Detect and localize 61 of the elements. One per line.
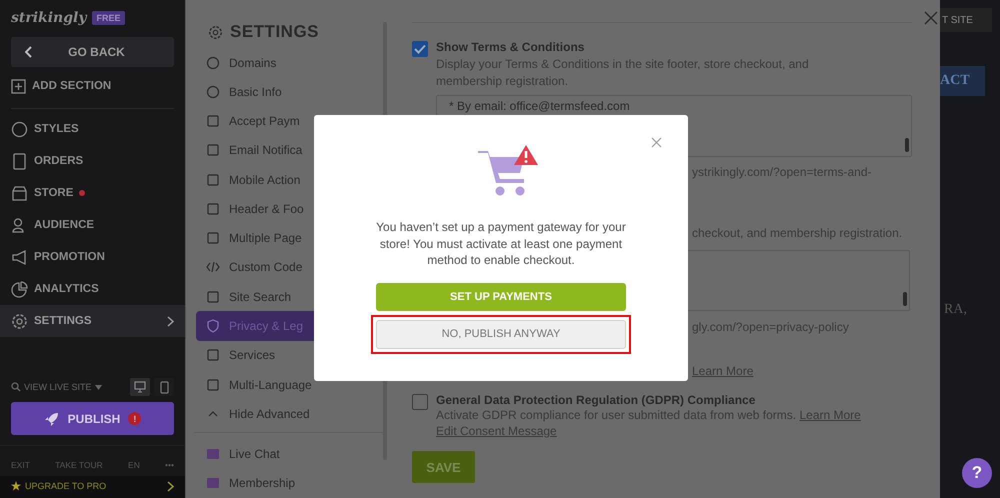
chevron-right-icon: [167, 480, 174, 492]
save-button[interactable]: SAVE: [412, 451, 475, 483]
sidebar-item[interactable]: ORDERS: [0, 145, 185, 177]
publish-button[interactable]: PUBLISH !: [11, 402, 174, 435]
pie-chart-icon: [11, 280, 28, 298]
settings-nav-item[interactable]: Multi-Language: [196, 370, 383, 400]
rocket-icon: [44, 410, 60, 426]
settings-nav-item[interactable]: Basic Info: [196, 77, 383, 107]
plus-icon: [11, 78, 26, 94]
megaphone-icon: [11, 248, 28, 266]
preview-text: RA,: [943, 302, 968, 318]
monitor-icon: [134, 381, 146, 393]
settings-nav-item[interactable]: Domains: [196, 48, 383, 78]
option-title: Show Terms & Conditions: [436, 40, 586, 54]
gdpr-checkbox[interactable]: [412, 394, 428, 410]
document-icon: [11, 152, 28, 170]
sidebar-item[interactable]: STORE: [0, 177, 185, 209]
help-button[interactable]: ?: [962, 458, 992, 488]
go-back-button[interactable]: GO BACK: [11, 37, 174, 67]
option-title: General Data Protection Regulation (GDPR) Compliance: [436, 393, 756, 407]
sidebar-item[interactable]: ANALYTICS: [0, 273, 185, 305]
plan-badge: FREE: [92, 11, 124, 25]
upgrade-label: UPGRADE TO PRO: [25, 481, 108, 491]
sidebar-item[interactable]: SETTINGS: [0, 305, 185, 337]
mobile-view-button[interactable]: [154, 378, 174, 396]
sidebar-item[interactable]: PROMOTION: [0, 241, 185, 273]
caret-icon: [94, 384, 102, 390]
settings-title: SETTINGS: [230, 22, 320, 42]
close-icon[interactable]: [924, 11, 938, 25]
publish-anyway-button[interactable]: NO, PUBLISH ANYWAY: [376, 320, 626, 348]
logo: strikingly: [11, 10, 86, 26]
star-icon: [11, 481, 21, 491]
settings-nav-item[interactable]: Accept Paym: [196, 106, 383, 136]
chevron-right-icon: [167, 316, 174, 326]
settings-nav-item[interactable]: Mobile Action: [196, 165, 383, 194]
gear-icon: [11, 312, 28, 330]
settings-nav-item[interactable]: Email Notifica: [196, 136, 383, 166]
code-icon: [206, 260, 220, 274]
store-icon: [11, 184, 28, 202]
footer-link[interactable]: •••: [165, 460, 174, 470]
settings-nav-item[interactable]: Membership: [196, 468, 383, 498]
terms-checkbox[interactable]: [412, 41, 428, 57]
contact-button[interactable]: ACT: [940, 66, 985, 96]
set-up-payments-button[interactable]: SET UP PAYMENTS: [376, 282, 626, 310]
shield-icon: [206, 319, 220, 334]
chevron-left-icon: [25, 46, 33, 58]
upgrade-bar[interactable]: UPGRADE TO PRO: [0, 476, 185, 498]
close-icon[interactable]: [651, 137, 662, 148]
desktop-view-button[interactable]: [130, 378, 150, 396]
warning-badge: !: [128, 412, 142, 425]
visit-site-button[interactable]: T SITE: [940, 8, 992, 32]
settings-nav-item[interactable]: Hide Advanced: [196, 399, 383, 428]
sidebar-item[interactable]: STYLES: [0, 113, 185, 145]
view-live-site-link[interactable]: VIEW LIVE SITE: [11, 382, 102, 392]
footer-link[interactable]: TAKE TOUR: [55, 460, 103, 470]
gear-icon: [208, 24, 223, 40]
settings-nav-item[interactable]: Live Chat: [196, 439, 383, 469]
sidebar-item[interactable]: AUDIENCE: [0, 209, 185, 241]
add-section-button[interactable]: ADD SECTION: [0, 70, 185, 102]
footer-link[interactable]: EN: [128, 460, 140, 470]
footer-link[interactable]: EXIT: [11, 460, 30, 470]
